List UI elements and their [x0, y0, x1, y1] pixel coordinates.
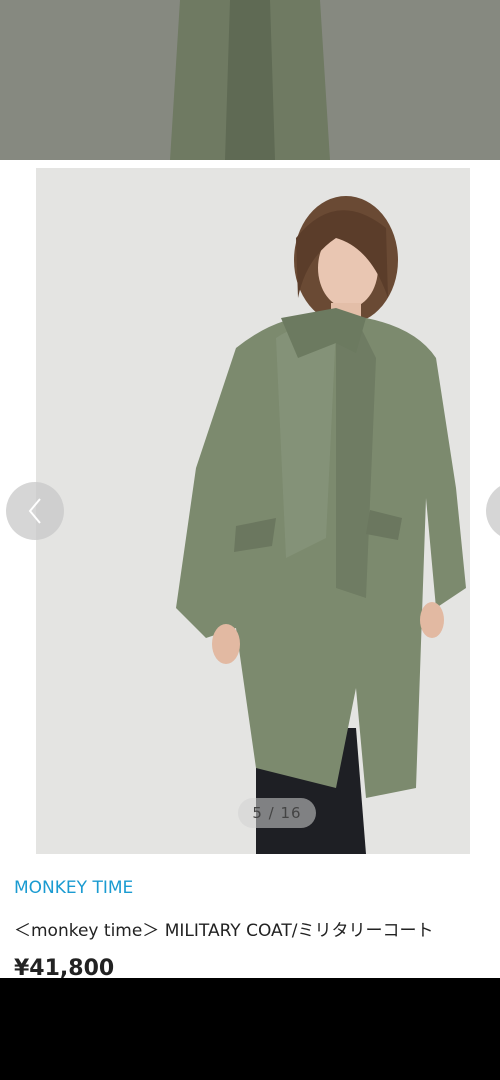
chevron-left-icon [28, 498, 41, 524]
product-image-gallery[interactable] [36, 168, 470, 854]
brand-link[interactable]: MONKEY TIME [14, 878, 133, 898]
gallery-prev-button[interactable] [6, 482, 64, 540]
product-card: 5 / 16 MONKEY TIME ＜monkey time＞ MILITAR… [0, 160, 500, 978]
product-title[interactable]: ＜monkey time＞ MILITARY COAT/ミリタリーコート [14, 916, 500, 941]
product-price: ¥41,800 [14, 956, 115, 978]
previous-photo-strip [0, 0, 500, 160]
product-photo [36, 168, 470, 854]
gallery-next-button[interactable] [486, 482, 500, 540]
gallery-counter: 5 / 16 [238, 798, 316, 828]
